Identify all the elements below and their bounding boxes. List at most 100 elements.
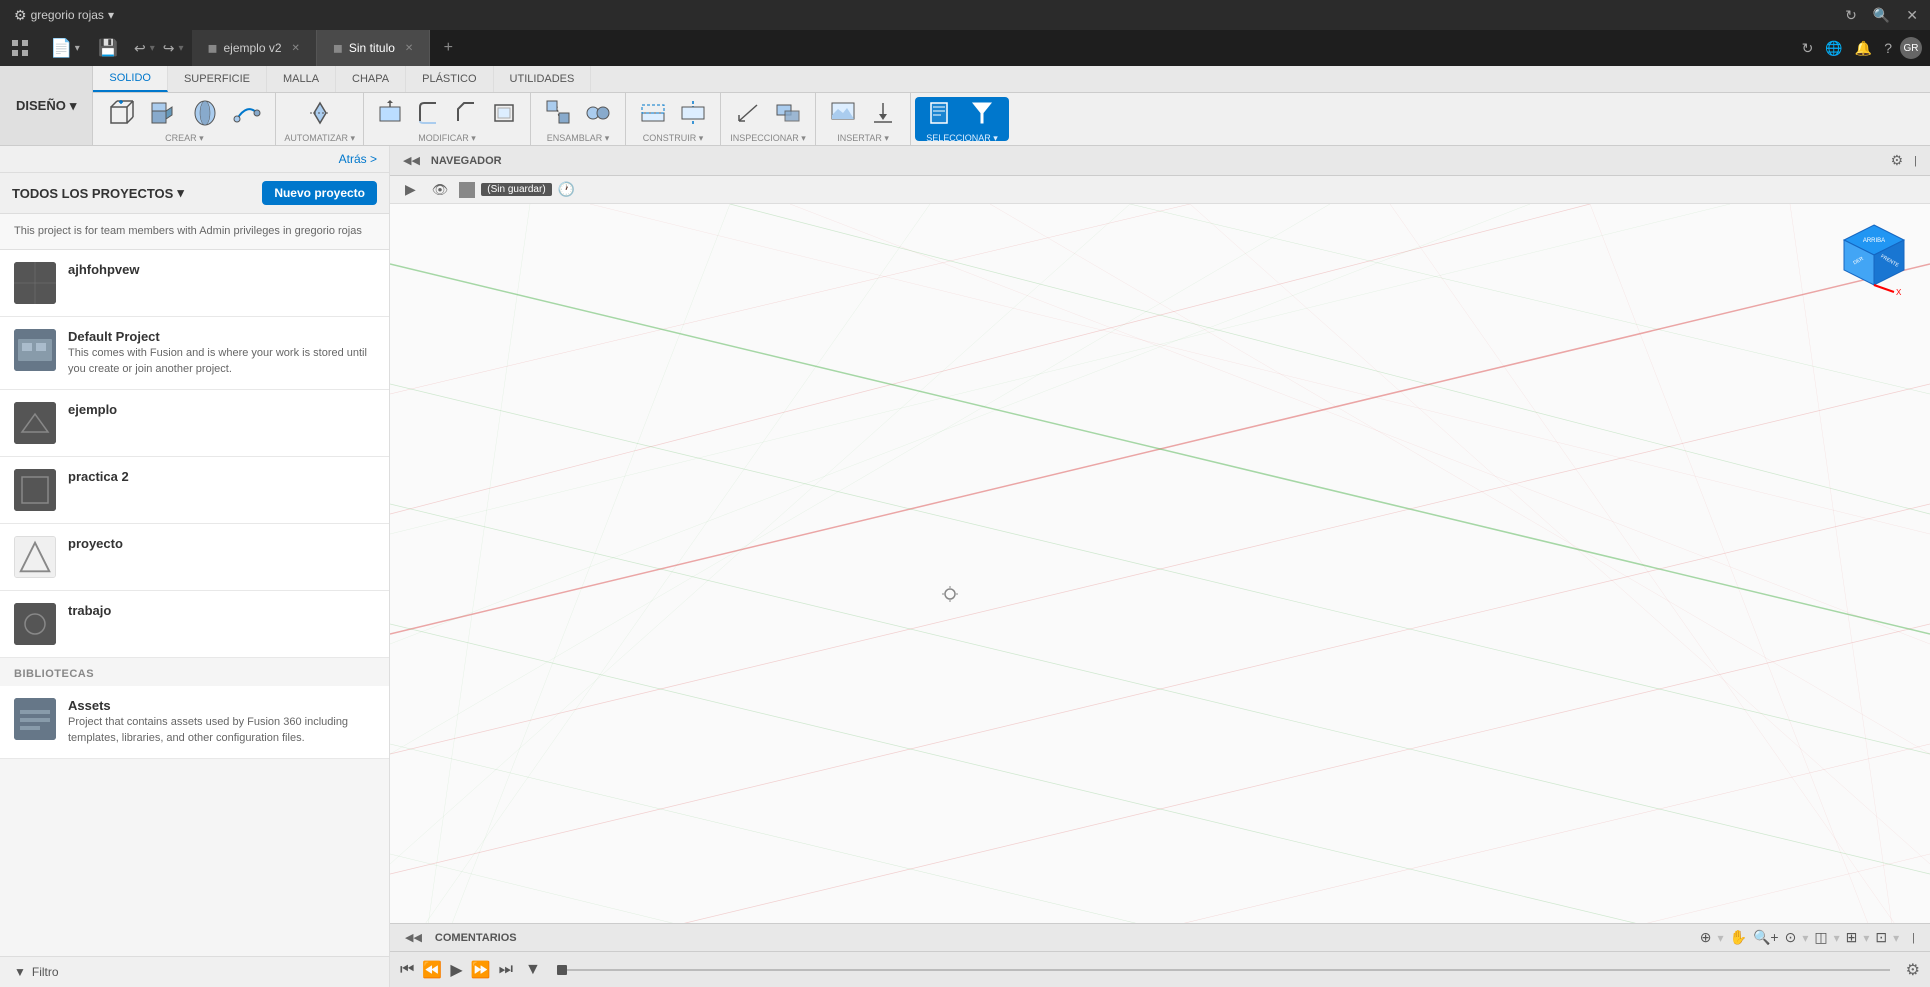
orbit-icon[interactable]: ⊕ xyxy=(1700,929,1712,946)
modify-press-pull[interactable] xyxy=(372,95,408,131)
user-avatar[interactable]: GR xyxy=(1900,37,1922,59)
panel-collapse-button[interactable]: | xyxy=(1907,930,1920,946)
timeline-next-button[interactable]: ⏩ xyxy=(471,960,491,980)
view-cube-toggle[interactable]: ⊡ xyxy=(1875,929,1887,946)
timeline-playhead[interactable] xyxy=(557,965,567,975)
tab-solido[interactable]: SOLIDO xyxy=(93,66,168,92)
visibility-button[interactable]: 👁 xyxy=(427,180,454,200)
timeline-track[interactable] xyxy=(557,969,1890,971)
timeline-prev-button[interactable]: ⏪ xyxy=(422,960,442,980)
project-item-default[interactable]: Default Project This comes with Fusion a… xyxy=(0,317,389,390)
extrude-button[interactable] xyxy=(143,95,183,131)
file-menu-button[interactable]: 📄 ▾ xyxy=(40,30,90,66)
project-item-ejemplo[interactable]: ejemplo xyxy=(0,390,389,457)
notification-icon[interactable]: 🔔 xyxy=(1851,36,1876,61)
tab-chapa[interactable]: CHAPA xyxy=(336,66,406,92)
assemble-new[interactable] xyxy=(539,95,577,131)
toolbar-tabs-container: SOLIDO SUPERFICIE MALLA CHAPA PLÁSTICO U… xyxy=(93,66,1930,145)
refresh-icon[interactable]: ↻ xyxy=(1841,3,1861,28)
construct-midplane[interactable] xyxy=(674,95,712,131)
project-item-assets[interactable]: Assets Project that contains assets used… xyxy=(0,686,389,759)
new-project-button[interactable]: Nuevo proyecto xyxy=(262,181,377,205)
insert-import[interactable] xyxy=(864,95,902,131)
user-menu-button[interactable]: ⚙ gregorio rojas ▾ xyxy=(8,5,120,26)
sidebar: Atrás > TODOS LOS PROYECTOS ▾ Nuevo proy… xyxy=(0,146,390,987)
filter-label: Filtro xyxy=(32,965,59,979)
modify-chamfer[interactable] xyxy=(448,95,484,131)
timeline-play-button[interactable]: ▶ xyxy=(450,960,462,980)
undo-button[interactable]: ↩ xyxy=(134,40,146,57)
construct-offset-plane[interactable] xyxy=(634,95,672,131)
svg-text:X: X xyxy=(1896,288,1902,297)
search-icon[interactable]: 🔍 xyxy=(1869,3,1894,28)
modify-shell[interactable] xyxy=(486,95,522,131)
navigator-settings-icon[interactable]: ⚙ xyxy=(1891,152,1904,169)
sweep-button[interactable] xyxy=(227,95,267,131)
pan-icon[interactable]: ✋ xyxy=(1730,929,1747,946)
automate-button[interactable] xyxy=(300,95,340,131)
redo-button[interactable]: ↪ xyxy=(163,40,175,57)
tab-superficie[interactable]: SUPERFICIE xyxy=(168,66,267,92)
toolbar-button-groups: CREAR ▾ AUTOMATIZAR ▾ xyxy=(93,93,1930,145)
sidebar-header: Atrás > xyxy=(0,146,389,173)
tabs-row: 📄 ▾ 💾 ↩ ▾ ↪ ▾ ◼ ejemplo v2 ✕ ◼ Sin titul… xyxy=(0,30,1930,66)
tab-ejemplo-v2[interactable]: ◼ ejemplo v2 ✕ xyxy=(192,30,317,66)
settings-gear-icon[interactable]: ⚙ xyxy=(1906,960,1920,980)
select-button[interactable] xyxy=(923,95,961,131)
modify-fillet[interactable] xyxy=(410,95,446,131)
grid-icon[interactable]: ⊞ xyxy=(1846,929,1858,946)
admin-project-item[interactable]: This project is for team members with Ad… xyxy=(0,214,389,250)
tab-sin-titulo[interactable]: ◼ Sin titulo ✕ xyxy=(317,30,430,66)
project-info: proyecto xyxy=(68,536,375,553)
main-area: Atrás > TODOS LOS PROYECTOS ▾ Nuevo proy… xyxy=(0,146,1930,987)
tab-close-icon[interactable]: ✕ xyxy=(292,43,300,54)
zoom-icon[interactable]: 🔍+ xyxy=(1753,929,1779,946)
insert-image[interactable] xyxy=(824,95,862,131)
tab-plastico[interactable]: PLÁSTICO xyxy=(406,66,493,92)
navigator-collapse-button[interactable]: ◀◀ xyxy=(398,152,425,169)
assemble-joint[interactable] xyxy=(579,95,617,131)
inspect-interference[interactable] xyxy=(769,95,807,131)
display-mode-icon[interactable]: ◫ xyxy=(1814,929,1827,946)
tab-close-icon[interactable]: ✕ xyxy=(405,43,413,54)
help-icon[interactable]: ? xyxy=(1880,36,1896,60)
unsaved-tag: (Sin guardar) xyxy=(481,183,551,196)
project-item-proyecto[interactable]: proyecto xyxy=(0,524,389,591)
project-desc: Project that contains assets used by Fus… xyxy=(68,715,375,746)
project-thumbnail xyxy=(14,603,56,645)
project-thumbnail xyxy=(14,469,56,511)
project-name: Assets xyxy=(68,698,375,713)
timeline-filter-icon[interactable]: ▼ xyxy=(525,961,541,979)
canvas-viewport[interactable]: ARRIBA FRENTE DER X xyxy=(390,204,1930,923)
apps-grid-button[interactable] xyxy=(0,30,40,66)
svg-text:ARRIBA: ARRIBA xyxy=(1863,238,1885,244)
create-new-component-button[interactable] xyxy=(101,95,141,131)
fit-view-icon[interactable]: ⊙ xyxy=(1785,929,1797,946)
navigator-label: NAVEGADOR xyxy=(431,155,502,167)
new-tab-button[interactable]: + xyxy=(430,30,466,66)
project-info: ajhfohpvew xyxy=(68,262,375,279)
tab-malla[interactable]: MALLA xyxy=(267,66,336,92)
tab-utilidades[interactable]: UTILIDADES xyxy=(494,66,592,92)
navigator-pin-button[interactable]: | xyxy=(1909,153,1922,169)
projects-title[interactable]: TODOS LOS PROYECTOS ▾ xyxy=(12,185,184,201)
revolve-button[interactable] xyxy=(185,95,225,131)
project-item-trabajo[interactable]: trabajo xyxy=(0,591,389,658)
history-clock-icon[interactable]: 🕐 xyxy=(558,181,575,198)
comments-collapse-button[interactable]: ◀◀ xyxy=(400,929,427,946)
close-icon[interactable]: ✕ xyxy=(1902,3,1922,28)
timeline-start-button[interactable]: ⏮ xyxy=(400,961,414,979)
play-button[interactable]: ▶ xyxy=(400,179,421,200)
globe-icon[interactable]: 🌐 xyxy=(1821,36,1846,61)
project-thumbnail xyxy=(14,262,56,304)
design-dropdown-button[interactable]: DISEÑO ▾ xyxy=(0,66,93,145)
save-button[interactable]: 💾 xyxy=(90,30,126,66)
select-filter-button[interactable] xyxy=(963,95,1001,131)
view-cube[interactable]: ARRIBA FRENTE DER X xyxy=(1834,220,1914,300)
help-center-icon[interactable]: ↻ xyxy=(1798,36,1818,61)
project-item-practica2[interactable]: practica 2 xyxy=(0,457,389,524)
inspect-measure[interactable] xyxy=(729,95,767,131)
timeline-end-button[interactable]: ⏭ xyxy=(499,961,513,979)
project-item-ajhfohpvew[interactable]: ajhfohpvew xyxy=(0,250,389,317)
back-link[interactable]: Atrás > xyxy=(339,152,377,166)
